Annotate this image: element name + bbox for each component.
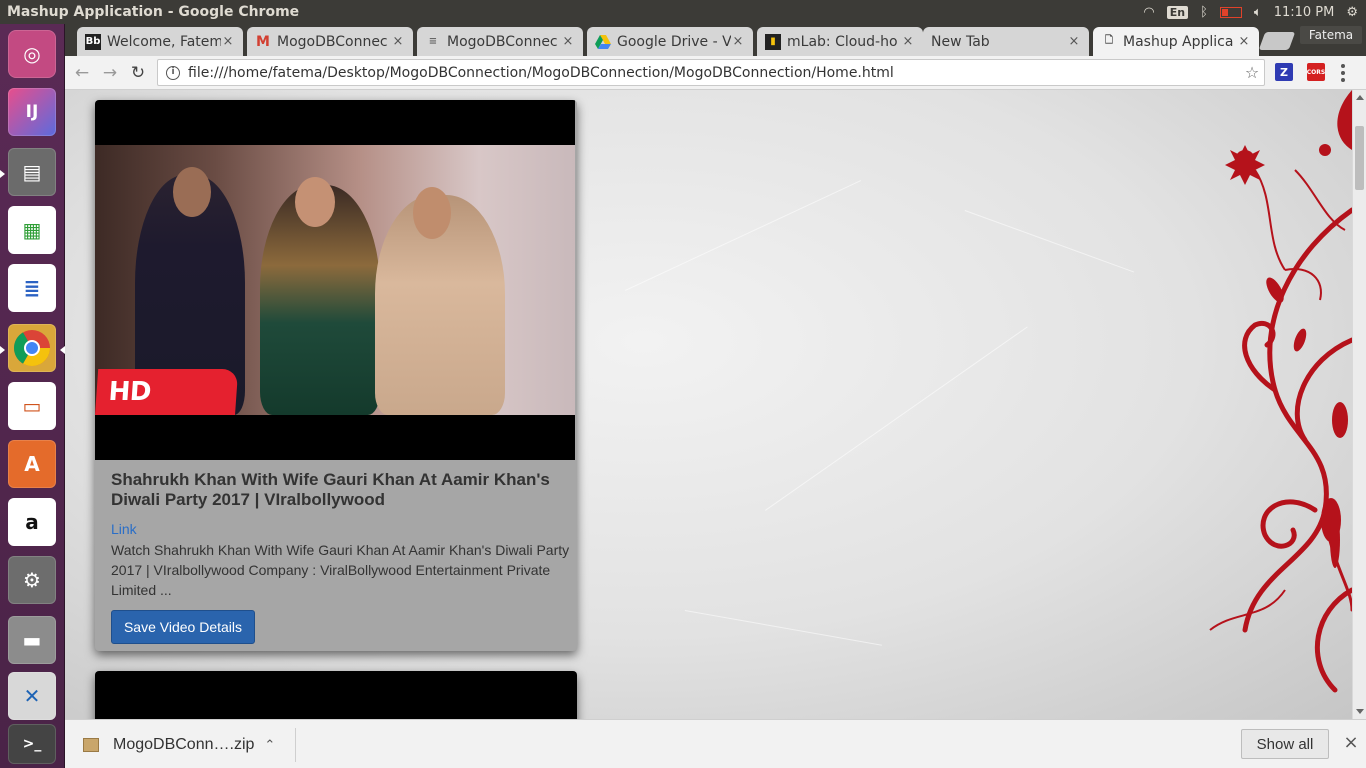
person-face [295, 177, 335, 227]
tab-google-drive[interactable]: Google Drive - V × [587, 27, 753, 56]
scroll-down-arrow-icon[interactable] [1356, 709, 1364, 714]
tab-welcome[interactable]: Bb Welcome, Fatem × [77, 27, 243, 56]
background-texture [765, 326, 1028, 511]
profile-button[interactable]: Fatema [1300, 26, 1362, 44]
tab-mashup-application[interactable]: 🗋︎ Mashup Applica × [1093, 27, 1259, 56]
tab-mlab[interactable]: ▮ mLab: Cloud-ho × [757, 27, 923, 56]
volume-icon[interactable]: 🔈︎ [1254, 5, 1262, 20]
system-top-bar: Mashup Application - Google Chrome ◠ En … [0, 0, 1366, 24]
writer-document-icon[interactable]: ≣ [8, 264, 56, 312]
video-link[interactable]: Link [111, 521, 137, 537]
close-tab-icon[interactable]: × [1237, 34, 1251, 49]
save-video-details-button[interactable]: Save Video Details [111, 610, 255, 644]
video-title: Shahrukh Khan With Wife Gauri Khan At Aa… [111, 470, 550, 509]
close-tab-icon[interactable]: × [221, 34, 235, 49]
background-texture [625, 180, 862, 291]
gmail-icon: M [256, 33, 270, 50]
drive-disk-icon[interactable]: ▬ [8, 616, 56, 664]
close-tab-icon[interactable]: × [561, 34, 575, 49]
divider [295, 728, 296, 762]
next-video-card [95, 671, 577, 719]
system-settings-icon[interactable]: ⚙ [8, 556, 56, 604]
video-card: HD VIDEO Shahrukh Khan With Wife Gauri K… [95, 100, 577, 651]
blackboard-icon: Bb [85, 33, 101, 50]
tab-mogodb-page[interactable]: ≡ MogoDBConnec × [417, 27, 583, 56]
page-viewport: HD VIDEO Shahrukh Khan With Wife Gauri K… [65, 90, 1352, 719]
browser-toolbar: ← → ↻ i file:///home/fatema/Desktop/Mogo… [65, 56, 1366, 90]
person-face [173, 167, 211, 217]
settings-gear-icon[interactable]: ⚙ [1346, 5, 1358, 20]
battery-icon[interactable] [1219, 6, 1242, 18]
new-tab-button[interactable] [1258, 32, 1296, 50]
bluetooth-icon[interactable]: ᛒ [1200, 5, 1208, 20]
archive-file-icon [83, 738, 99, 752]
intellij-icon[interactable]: IJ [8, 88, 56, 136]
google-drive-icon [595, 34, 611, 50]
close-download-bar-icon[interactable]: × [1341, 732, 1361, 756]
chrome-menu-icon[interactable] [1341, 64, 1345, 82]
background-texture [684, 610, 882, 646]
download-filename[interactable]: MogoDBConn….zip [113, 736, 254, 754]
close-tab-icon[interactable]: × [391, 34, 405, 49]
bookmark-star-icon[interactable]: ☆ [1240, 63, 1264, 82]
tab-new-tab[interactable]: New Tab × [923, 27, 1089, 56]
launcher: ◎ IJ ▤ ▦ ≣ ▭ A a ⚙ ▬ ✕ >_ [0, 24, 65, 768]
show-all-button[interactable]: Show all [1241, 729, 1329, 759]
impress-presentation-icon[interactable]: ▭ [8, 382, 56, 430]
address-bar[interactable]: i file:///home/fatema/Desktop/MogoDBConn… [157, 59, 1265, 86]
mlab-icon: ▮ [765, 33, 781, 50]
terminal-icon[interactable]: >_ [8, 724, 56, 764]
keyboard-layout-indicator[interactable]: En [1166, 5, 1189, 19]
page-scrollbar[interactable] [1352, 90, 1366, 719]
wifi-icon[interactable]: ◠ [1143, 5, 1154, 20]
clock[interactable]: 11:10 PM [1274, 5, 1335, 20]
download-item[interactable]: MogoDBConn….zip ⌃ [83, 728, 275, 762]
close-tab-icon[interactable]: × [901, 34, 915, 49]
calc-spreadsheet-icon[interactable]: ▦ [8, 206, 56, 254]
files-icon[interactable]: ▤ [8, 148, 56, 196]
video-description: Watch Shahrukh Khan With Wife Gauri Khan… [111, 542, 570, 598]
tab-mogodb-gmail[interactable]: M MogoDBConnec × [247, 27, 413, 56]
reload-icon[interactable]: ↻ [127, 62, 149, 84]
background-texture [964, 210, 1135, 273]
info-icon[interactable]: i [166, 65, 180, 80]
back-arrow-icon[interactable]: ← [71, 62, 93, 84]
video-thumbnail[interactable]: HD VIDEO [95, 145, 575, 415]
video-player[interactable]: HD VIDEO [95, 100, 575, 460]
amazon-icon[interactable]: a [8, 498, 56, 546]
ubuntu-dash-icon[interactable]: ◎ [8, 30, 56, 78]
chevron-up-icon[interactable]: ⌃ [264, 737, 275, 753]
scroll-up-arrow-icon[interactable] [1356, 95, 1364, 100]
scrollbar-thumb[interactable] [1355, 126, 1364, 190]
cors-extension-icon[interactable]: CORS [1307, 63, 1325, 81]
zotero-extension-icon[interactable]: Z [1275, 63, 1293, 81]
url-text[interactable]: file:///home/fatema/Desktop/MogoDBConnec… [188, 65, 1240, 81]
forward-arrow-icon[interactable]: → [99, 62, 121, 84]
scanner-icon[interactable]: ✕ [8, 672, 56, 720]
running-indicator [0, 170, 5, 178]
person-face [413, 187, 451, 239]
download-bar: MogoDBConn….zip ⌃ Show all × [65, 719, 1366, 768]
page-icon: ≡ [428, 36, 438, 47]
close-tab-icon[interactable]: × [731, 34, 745, 49]
system-tray: ◠ En ᛒ 🔈︎ 11:10 PM ⚙ [1143, 5, 1366, 20]
tab-strip: Bb Welcome, Fatem × M MogoDBConnec × ≡ M… [65, 24, 1366, 56]
floral-decoration [1209, 90, 1352, 693]
chrome-icon[interactable] [8, 324, 56, 372]
document-icon: 🗋︎ [1104, 35, 1114, 46]
hd-video-badge: HD VIDEO [95, 369, 239, 415]
software-center-icon[interactable]: A [8, 440, 56, 488]
running-indicator [0, 346, 5, 354]
close-tab-icon[interactable]: × [1067, 34, 1081, 49]
window-title: Mashup Application - Google Chrome [7, 4, 300, 20]
